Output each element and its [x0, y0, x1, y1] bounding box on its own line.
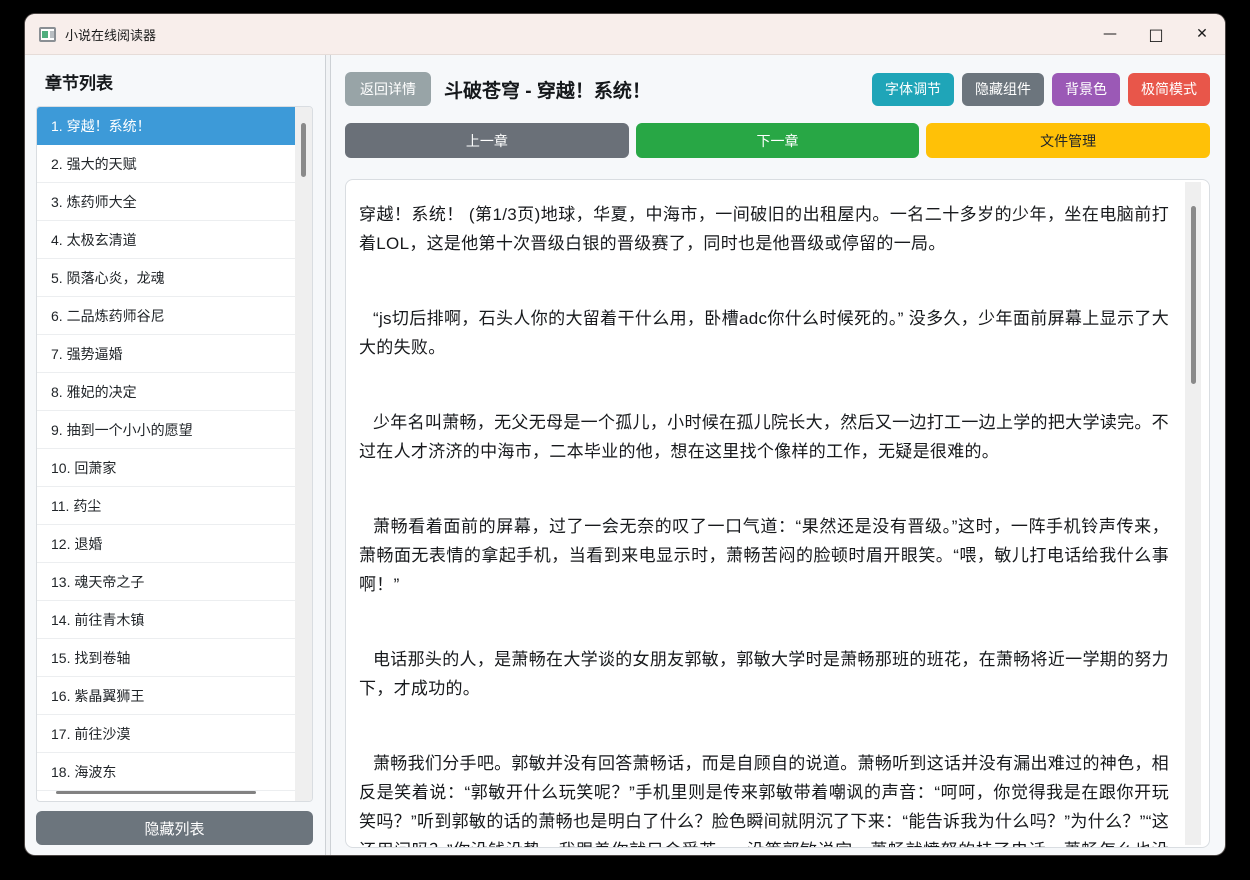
font-adjust-button[interactable]: 字体调节: [872, 72, 954, 106]
content-vscrollbar[interactable]: [1185, 182, 1201, 845]
main-panel: 返回详情 斗破苍穹 - 穿越！系统！ 字体调节 隐藏组件 背景色 极简模式 上一…: [331, 55, 1225, 855]
novel-paragraph: “js切后排啊，石头人你的大留着干什么用，卧槽adc你什么时候死的。” 没多久，…: [359, 309, 1169, 357]
chapter-item[interactable]: 11. 药尘: [37, 487, 295, 525]
maximize-button[interactable]: □: [1133, 14, 1179, 54]
minimal-mode-button[interactable]: 极简模式: [1128, 72, 1210, 106]
chapter-item[interactable]: 12. 退婚: [37, 525, 295, 563]
chapter-item[interactable]: 9. 抽到一个小小的愿望: [37, 411, 295, 449]
app-icon: [39, 26, 56, 42]
chapter-item[interactable]: 15. 找到卷轴: [37, 639, 295, 677]
novel-paragraph: 电话那头的人，是萧畅在大学谈的女朋友郭敏，郭敏大学时是萧畅那班的班花，在萧畅将近…: [359, 650, 1169, 698]
file-manager-button[interactable]: 文件管理: [926, 123, 1211, 158]
close-button[interactable]: ✕: [1179, 14, 1225, 54]
chapter-item[interactable]: 18. 海波东: [37, 753, 295, 791]
chapter-list-hscrollbar[interactable]: [37, 791, 295, 795]
chapter-item[interactable]: 4. 太极玄清道: [37, 221, 295, 259]
reader-content[interactable]: 穿越！系统！ (第1/3页)地球，华夏，中海市，一间破旧的出租屋内。一名二十多岁…: [345, 179, 1210, 848]
window-controls: — □ ✕: [1087, 14, 1225, 54]
chapter-item[interactable]: 2. 强大的天赋: [37, 145, 295, 183]
next-chapter-button[interactable]: 下一章: [635, 123, 920, 158]
screen: 小说在线阅读器 — □ ✕ 章节列表 1. 穿越！系统！ 2. 强大的天赋 3. 炼…: [0, 0, 1250, 880]
back-to-details-button[interactable]: 返回详情: [345, 72, 431, 106]
novel-paragraph: 少年名叫萧畅，无父无母是一个孤儿，小时候在孤儿院长大，然后又一边打工一边上学的把…: [359, 413, 1169, 461]
content-vscroll-thumb[interactable]: [1191, 206, 1196, 384]
hide-list-button[interactable]: 隐藏列表: [36, 811, 313, 845]
hide-widgets-button[interactable]: 隐藏组件: [962, 72, 1044, 106]
chapter-item[interactable]: 6. 二品炼药师谷尼: [37, 297, 295, 335]
reading-title: 斗破苍穹 - 穿越！系统！: [444, 80, 651, 102]
background-color-button[interactable]: 背景色: [1052, 72, 1120, 106]
chapter-item[interactable]: 13. 魂天帝之子: [37, 563, 295, 601]
chapter-item[interactable]: 1. 穿越！系统！: [37, 107, 295, 145]
chapter-item[interactable]: 7. 强势逼婚: [37, 335, 295, 373]
chapter-item[interactable]: 8. 雅妃的决定: [37, 373, 295, 411]
novel-paragraph: 萧畅看着面前的屏幕，过了一会无奈的叹了一口气道：“果然还是没有晋级。”这时，一阵…: [359, 517, 1169, 594]
novel-text: 穿越！系统！ (第1/3页)地球，华夏，中海市，一间破旧的出租屋内。一名二十多岁…: [359, 200, 1169, 847]
prev-chapter-button[interactable]: 上一章: [345, 123, 629, 158]
chapter-item[interactable]: 3. 炼药师大全: [37, 183, 295, 221]
chapter-items: 1. 穿越！系统！ 2. 强大的天赋 3. 炼药师大全 4. 太极玄清道 5. 陨落心炎…: [37, 107, 312, 791]
minimize-button[interactable]: —: [1087, 14, 1133, 54]
chapter-list-vscroll-thumb[interactable]: [301, 123, 306, 177]
chapter-item[interactable]: 10. 回萧家: [37, 449, 295, 487]
chapter-list-header: 章节列表: [45, 74, 113, 93]
chapter-item[interactable]: 16. 紫晶翼狮王: [37, 677, 295, 715]
app-body: 章节列表 1. 穿越！系统！ 2. 强大的天赋 3. 炼药师大全 4. 太极玄清道 5.…: [25, 55, 1225, 855]
window-title: 小说在线阅读器: [65, 27, 157, 43]
chapter-item[interactable]: 17. 前往沙漠: [37, 715, 295, 753]
novel-paragraph: 穿越！系统！ (第1/3页)地球，华夏，中海市，一间破旧的出租屋内。一名二十多岁…: [359, 205, 1169, 253]
chapter-item[interactable]: 14. 前往青木镇: [37, 601, 295, 639]
chapter-list-hscroll-thumb[interactable]: [56, 791, 256, 794]
app-window: 小说在线阅读器 — □ ✕ 章节列表 1. 穿越！系统！ 2. 强大的天赋 3. 炼…: [25, 14, 1225, 855]
chapter-item[interactable]: 5. 陨落心炎，龙魂: [37, 259, 295, 297]
chapter-list-vscrollbar[interactable]: [295, 107, 312, 801]
sidebar: 章节列表 1. 穿越！系统！ 2. 强大的天赋 3. 炼药师大全 4. 太极玄清道 5.…: [25, 55, 326, 855]
novel-paragraph: 萧畅我们分手吧。郭敏并没有回答萧畅话，而是自顾自的说道。萧畅听到这话并没有漏出难…: [359, 754, 1169, 847]
reader-toolbar: 返回详情 斗破苍穹 - 穿越！系统！ 字体调节 隐藏组件 背景色 极简模式: [345, 72, 1210, 106]
chapter-nav-row: 上一章 下一章 文件管理: [345, 123, 1211, 158]
chapter-list[interactable]: 1. 穿越！系统！ 2. 强大的天赋 3. 炼药师大全 4. 太极玄清道 5. 陨落心炎…: [36, 106, 313, 802]
window-titlebar: 小说在线阅读器 — □ ✕: [25, 14, 1225, 55]
